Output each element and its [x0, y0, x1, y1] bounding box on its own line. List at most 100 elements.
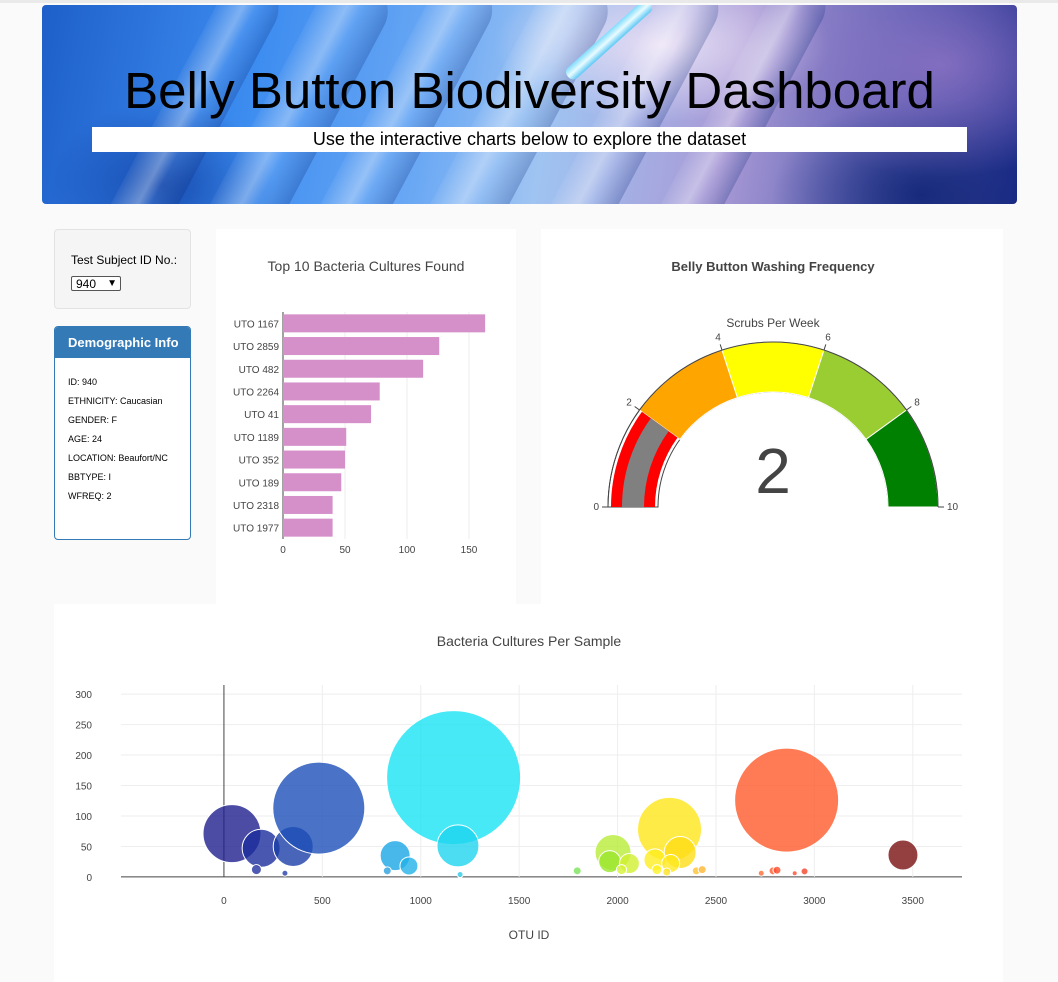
demographic-age: AGE: 24	[68, 434, 103, 444]
subject-id-selected: 940	[76, 277, 97, 291]
bubble-ytick-label: 50	[81, 842, 93, 853]
gauge-tick	[906, 406, 912, 411]
gauge-tick	[719, 344, 723, 351]
bubble-point	[456, 870, 464, 878]
gauge-tick-label: 8	[914, 397, 920, 408]
gauge-tick-label: 10	[947, 502, 959, 513]
bubble-ytick-label: 0	[86, 873, 92, 884]
bubble-point	[662, 867, 672, 877]
bubble-xtick-label: 3000	[803, 896, 826, 907]
gauge-tick-label: 0	[593, 502, 599, 513]
bubble-point	[616, 864, 628, 876]
gauge-title: Belly Button Washing Frequency	[671, 259, 875, 274]
demographic-ethnicity: ETHNICITY: Caucasian	[68, 396, 163, 406]
bubble-point	[436, 824, 480, 868]
bar-category-label: UTO 2859	[233, 342, 279, 353]
subject-selector-label: Test Subject ID No.:	[71, 253, 178, 267]
demographic-panel-body: ID: 940 ETHNICITY: Caucasian GENDER: F A…	[55, 358, 190, 502]
bubble-ytick-label: 300	[75, 690, 92, 701]
bubble-point	[772, 865, 782, 875]
bubble-xtick-label: 0	[221, 896, 227, 907]
bubble-chart: Bacteria Cultures Per Sample 0 50 100 150 20…	[75, 633, 962, 942]
bubble-point	[399, 856, 419, 876]
bubble-point	[887, 839, 919, 871]
bubble-point	[697, 865, 707, 875]
bubble-xtick-label: 2500	[705, 896, 728, 907]
bar-category-label: UTO 1189	[234, 433, 280, 444]
bar-uto-1189	[283, 427, 347, 446]
bubble-xtick-label: 1500	[508, 896, 531, 907]
bar-uto-189	[283, 473, 342, 492]
demographic-id: ID: 940	[68, 377, 98, 387]
bubble-xtick-label: 2000	[606, 896, 629, 907]
bar-category-label: UTO 2318	[233, 501, 279, 512]
page-title: Belly Button Biodiversity Dashboard	[124, 62, 935, 119]
top-border	[0, 0, 1058, 3]
bar-chart-title: Top 10 Bacteria Cultures Found	[268, 258, 465, 274]
bar-uto-352	[283, 450, 345, 469]
bar-xtick-label: 100	[399, 545, 416, 556]
bar-category-label: UTO 1977	[233, 524, 279, 535]
bubble-point	[800, 867, 809, 876]
bubble-point	[791, 870, 798, 877]
page-subtitle: Use the interactive charts below to expl…	[92, 127, 967, 152]
bubble-xtick-label: 500	[314, 896, 331, 907]
bar-uto-482	[283, 359, 424, 378]
bubble-xaxis-label: OTU ID	[509, 928, 550, 942]
chevron-down-icon: ▼	[107, 278, 117, 289]
gauge-chart: Belly Button Washing Frequency Scrubs Pe…	[593, 259, 959, 513]
bar-uto-41	[283, 405, 372, 424]
bubble-chart-title: Bacteria Cultures Per Sample	[437, 633, 622, 649]
gauge-value: 2	[755, 435, 791, 507]
bubble-ytick-label: 150	[75, 782, 92, 793]
demographic-gender: GENDER: F	[68, 415, 118, 425]
bar-category-label: UTO 189	[239, 478, 280, 489]
gauge-subtitle: Scrubs Per Week	[726, 316, 820, 330]
bar-category-label: UTO 352	[239, 456, 280, 467]
bubble-point	[382, 866, 392, 876]
demographic-panel: Demographic Info ID: 940 ETHNICITY: Cauc…	[54, 326, 191, 540]
gauge-tick	[823, 344, 827, 351]
bar-uto-1167	[283, 314, 486, 333]
bubble-ytick-label: 200	[75, 751, 92, 762]
bubble-point	[734, 747, 840, 853]
bar-category-label: UTO 1167	[234, 319, 280, 330]
subject-selector-box: Test Subject ID No.: 940 ▼	[54, 229, 191, 309]
bubble-xtick-label: 3500	[902, 896, 925, 907]
bubble-point	[281, 869, 289, 877]
bubble-point	[651, 864, 663, 876]
demographic-panel-heading: Demographic Info	[55, 327, 190, 358]
bubble-point	[386, 710, 522, 846]
gauge-step	[721, 341, 825, 399]
bar-chart: Top 10 Bacteria Cultures Found UTO 1167 U…	[233, 258, 486, 556]
bar-uto-2318	[283, 495, 333, 514]
bubble-ytick-label: 100	[75, 812, 92, 823]
bar-category-label: UTO 41	[244, 410, 279, 421]
bubble-point	[250, 864, 262, 876]
bubble-point	[572, 866, 582, 876]
gauge-tick	[634, 406, 640, 411]
gauge-tick-label: 2	[626, 397, 632, 408]
header-banner: Belly Button Biodiversity Dashboard Use …	[42, 5, 1017, 204]
bubble-xtick-label: 1000	[410, 896, 433, 907]
bubble-chart-card: Bacteria Cultures Per Sample 0 50 100 150 20…	[54, 604, 1003, 982]
subject-id-dropdown[interactable]: 940 ▼	[71, 276, 121, 291]
gauge-chart-card: Belly Button Washing Frequency Scrubs Pe…	[541, 229, 1003, 604]
bar-chart-card: Top 10 Bacteria Cultures Found UTO 1167 U…	[216, 229, 516, 604]
bar-category-label: UTO 482	[239, 365, 280, 376]
gauge-tick-label: 6	[825, 333, 831, 344]
bubble-point	[272, 761, 366, 855]
bubble-point	[757, 869, 765, 877]
gauge-tick-label: 4	[715, 333, 721, 344]
demographic-location: LOCATION: Beaufort/NC	[68, 453, 168, 463]
bar-xtick-label: 0	[280, 545, 286, 556]
bar-uto-1977	[283, 518, 333, 537]
bar-xtick-label: 50	[339, 545, 351, 556]
bubble-ytick-label: 250	[75, 721, 92, 732]
bar-xtick-label: 150	[461, 545, 478, 556]
bar-uto-2264	[283, 382, 380, 401]
demographic-bbtype: BBTYPE: I	[68, 472, 112, 482]
bar-category-label: UTO 2264	[233, 387, 279, 398]
bar-uto-2859	[283, 337, 440, 356]
demographic-wfreq: WFREQ: 2	[68, 491, 112, 501]
